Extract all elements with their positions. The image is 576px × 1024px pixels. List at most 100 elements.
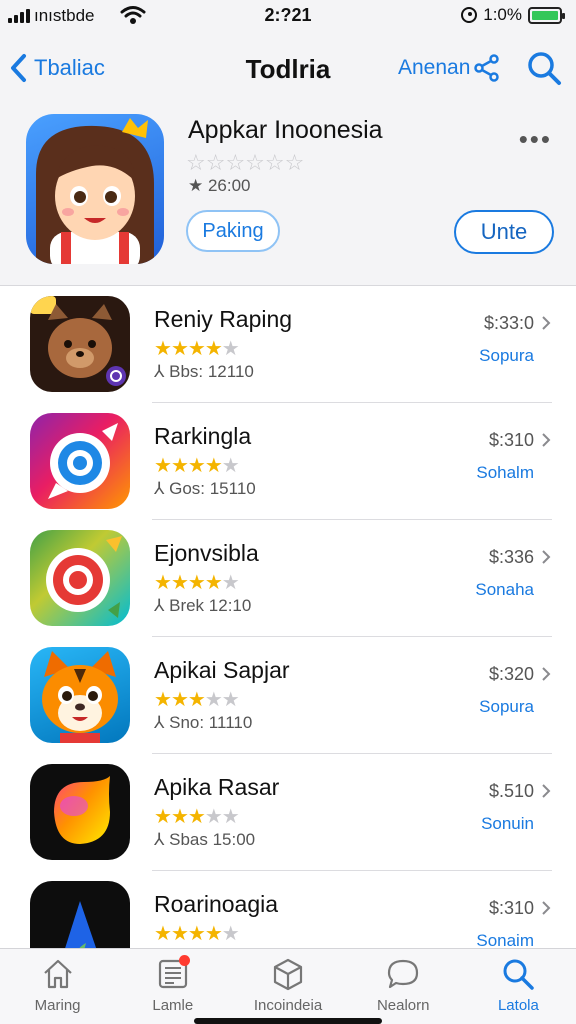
star-filled-icon: ★ (170, 923, 189, 945)
app-meta: ⅄ Brek 12:10 (154, 596, 252, 615)
battery-icon (528, 6, 565, 24)
tab-label: Latola (497, 997, 539, 1014)
list-item[interactable]: Rarkingla ★★★★★ ⅄ Gos: 15110 $:310 Sohal… (0, 403, 576, 520)
star-filled-icon: ★ (170, 338, 189, 360)
home-icon (43, 959, 72, 989)
app-price: $:33:0 (483, 313, 534, 333)
star-filled-icon: ★ (170, 572, 189, 594)
star-filled-icon: ★ (187, 923, 206, 945)
rating-stars: ★★★★★ (154, 453, 240, 478)
star-filled-icon: ★ (170, 455, 189, 477)
star-filled-icon: ★ (187, 338, 206, 360)
app-action-button[interactable]: Sohalm (476, 463, 534, 483)
bear-face-icon (30, 296, 130, 392)
star-filled-icon: ★ (154, 806, 172, 828)
star-empty-icon: ★ (221, 806, 240, 828)
app-meta: ⅄ Gos: 15110 (154, 479, 256, 498)
chevron-right-icon (542, 901, 551, 915)
more-options-button[interactable]: ••• (519, 124, 552, 155)
battery-percent: 1:0% (483, 5, 522, 24)
status-bar: ınıstbde 2:?21 1:0% (0, 0, 576, 34)
star-empty-icon: ★ (221, 572, 240, 594)
ranking-button[interactable]: Paking (186, 210, 280, 252)
app-price: $.510 (488, 781, 534, 801)
list-item[interactable]: Reniy Raping ★★★★★ ⅄ Bbs: 12110 $:33:0 S… (0, 286, 576, 403)
share-label: Anenan (398, 56, 471, 79)
app-name: Rarkingla (154, 423, 252, 449)
star-filled-icon: ★ (187, 689, 206, 711)
app-meta: ⅄ Bbs: 12110 (154, 362, 254, 381)
tab-chat[interactable]: Nealorn (346, 949, 461, 1024)
list-item[interactable]: Apika Rasar ★★★★★ ⅄ Sbas 15:00 $.510 Son… (0, 754, 576, 871)
home-indicator (194, 1018, 382, 1024)
get-button[interactable]: Unte (454, 210, 554, 254)
chat-ring-icon (30, 413, 130, 509)
star-filled-icon: ★ (187, 455, 206, 477)
app-price: $:320 (488, 664, 534, 684)
chevron-right-icon (542, 433, 551, 447)
rating-stars: ★★★★★ (154, 921, 240, 946)
list-item[interactable]: Apikai Sapjar ★★★★★ ⅄ Sno: 11110 $:320 S… (0, 637, 576, 754)
star-empty-icon: ★ (221, 455, 240, 477)
tab-label: Lamle (152, 997, 194, 1014)
star-filled-icon: ★ (204, 572, 223, 594)
featured-rating-stars: ☆☆☆☆☆☆ (186, 150, 305, 175)
featured-rating-count: ★ 26:00 (188, 176, 251, 195)
featured-app-card: Appkar Inoonesia ••• ☆☆☆☆☆☆ ★ 26:00 Paki… (0, 104, 576, 286)
app-name: Roarinoagia (154, 891, 279, 917)
chat-icon (388, 959, 419, 989)
star-filled-icon: ★ (170, 689, 189, 711)
app-name: Ejonvsibla (154, 540, 259, 566)
star-empty-icon: ★ (221, 923, 240, 945)
app-action-button[interactable]: Sonuin (481, 814, 534, 834)
tab-search[interactable]: Latola (461, 949, 576, 1024)
star-filled-icon: ★ (154, 572, 172, 594)
app-price: $:310 (488, 430, 534, 450)
star-empty-icon: ★ (221, 689, 240, 711)
tab-news[interactable]: Lamle (115, 949, 230, 1024)
star-empty-icon: ★ (204, 806, 223, 828)
star-filled-icon: ★ (204, 338, 223, 360)
star-filled-icon: ★ (204, 455, 223, 477)
app-name: Apika Rasar (154, 774, 280, 800)
star-filled-icon: ★ (187, 806, 206, 828)
app-meta: ⅄ Sbas 15:00 (154, 830, 256, 849)
star-filled-icon: ★ (154, 923, 172, 945)
app-price: $:336 (488, 547, 534, 567)
app-meta: ⅄ Sno: 11110 (154, 713, 253, 732)
rating-stars: ★★★★★ (154, 336, 240, 361)
list-item[interactable]: Ejonvsibla ★★★★★ ⅄ Brek 12:10 $:336 Sona… (0, 520, 576, 637)
rating-stars: ★★★★★ (154, 804, 240, 829)
star-filled-icon: ★ (187, 572, 206, 594)
star-filled-icon: ★ (204, 923, 223, 945)
featured-app-title: Appkar Inoonesia (188, 116, 383, 144)
rating-stars: ★★★★★ (154, 570, 240, 595)
app-action-button[interactable]: Sopura (479, 697, 534, 717)
gradient-blob-icon (30, 764, 130, 860)
search-icon (503, 959, 535, 990)
star-empty-icon: ★ (221, 338, 240, 360)
star-filled-icon: ★ (154, 455, 172, 477)
alarm-icon (461, 7, 478, 23)
target-icon (30, 530, 130, 626)
tab-box[interactable]: Incoindeia (230, 949, 345, 1024)
star-empty-icon: ★ (204, 689, 223, 711)
tab-label: Nealorn (376, 997, 430, 1014)
search-icon[interactable] (526, 50, 562, 86)
rating-stars: ★★★★★ (154, 687, 240, 712)
app-name: Reniy Raping (154, 306, 293, 332)
box-icon (273, 958, 303, 991)
chevron-right-icon (542, 550, 551, 564)
app-list: Reniy Raping ★★★★★ ⅄ Bbs: 12110 $:33:0 S… (0, 286, 576, 988)
star-filled-icon: ★ (170, 806, 189, 828)
chevron-right-icon (542, 784, 551, 798)
app-price: $:310 (488, 898, 534, 918)
tab-label: Incoindeia (253, 997, 323, 1014)
tab-home[interactable]: Maring (0, 949, 115, 1024)
app-action-button[interactable]: Sopura (479, 346, 534, 366)
share-button[interactable]: Anenan (398, 54, 500, 82)
star-filled-icon: ★ (154, 689, 172, 711)
featured-app-icon[interactable] (26, 114, 164, 264)
app-name: Apikai Sapjar (154, 657, 290, 683)
app-action-button[interactable]: Sonaha (475, 580, 534, 600)
